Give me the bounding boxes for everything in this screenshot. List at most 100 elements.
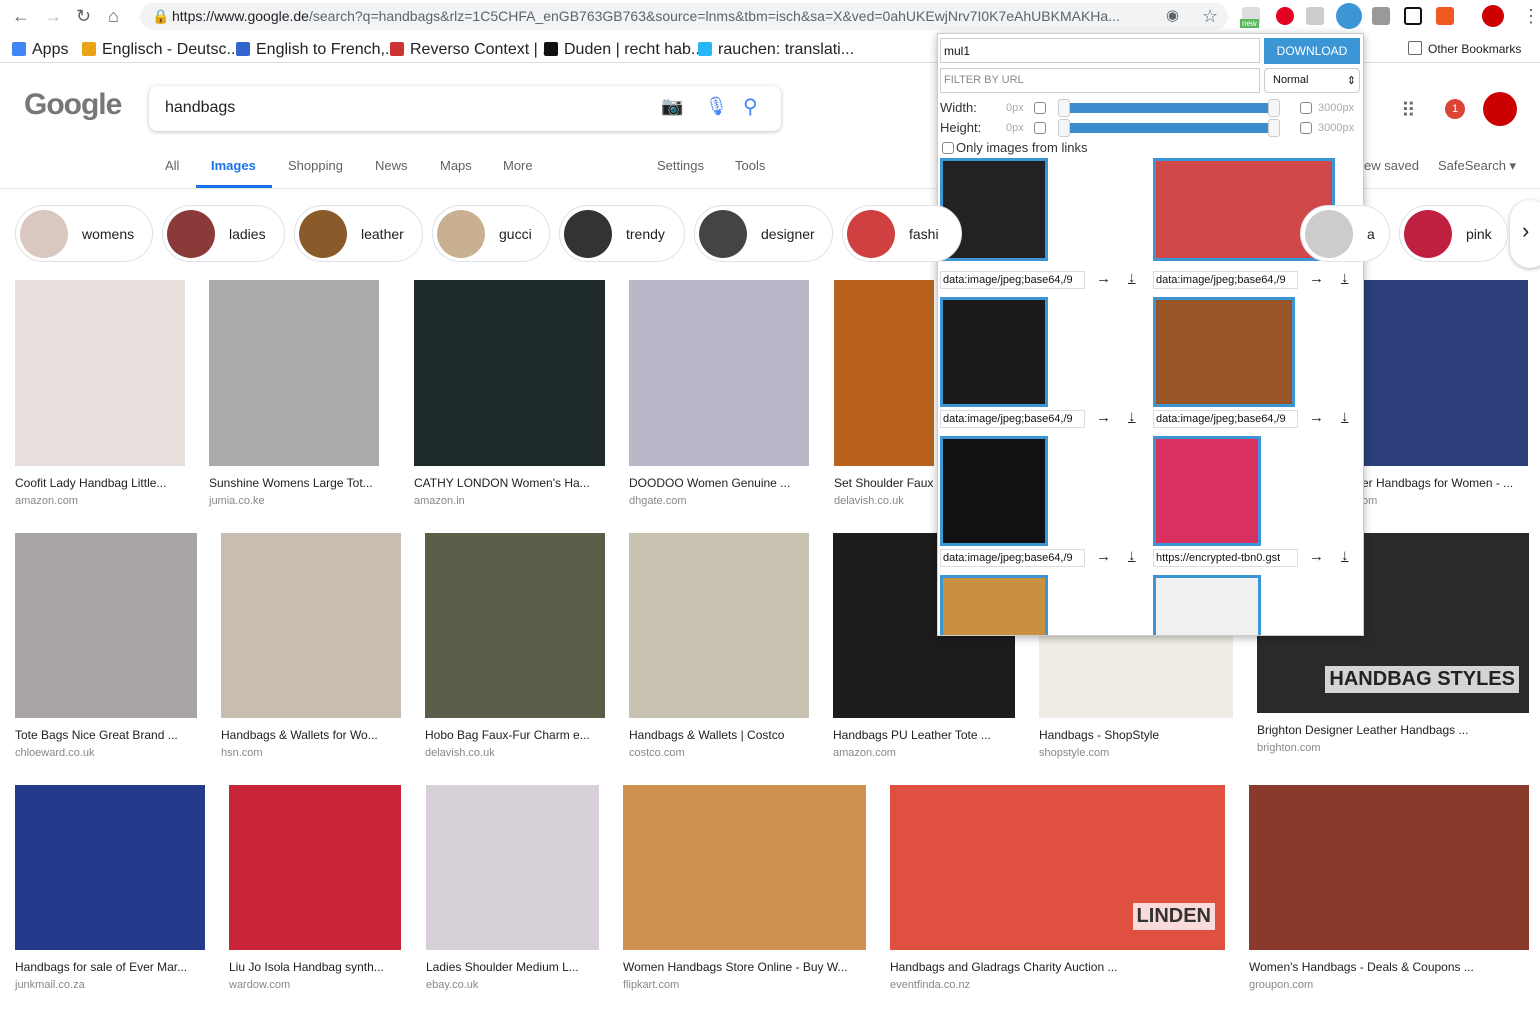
open-image-icon[interactable]: → bbox=[1096, 409, 1111, 426]
camera-icon[interactable]: 📷 bbox=[661, 96, 683, 117]
image-result[interactable]: Handbags for sale of Ever Mar... junkmail… bbox=[15, 785, 205, 991]
result-image[interactable] bbox=[414, 280, 605, 466]
popup-image-url[interactable]: data:image/jpeg;base64,/9 bbox=[1153, 410, 1298, 428]
bookmark-item[interactable]: Duden | recht hab... bbox=[544, 41, 704, 59]
image-result[interactable]: Ladies Shoulder Medium L... ebay.co.uk bbox=[426, 785, 599, 991]
search-icon[interactable]: ⚲ bbox=[743, 94, 758, 119]
related-search-chip[interactable]: leather bbox=[294, 205, 423, 262]
image-result[interactable]: er Handbags for Women - ... om bbox=[1362, 280, 1528, 507]
apps-grid-icon[interactable]: ⠿ bbox=[1401, 98, 1416, 123]
result-image[interactable] bbox=[209, 280, 379, 466]
width-min-checkbox[interactable] bbox=[1034, 102, 1046, 114]
download-image-icon[interactable]: ↓ bbox=[1341, 408, 1349, 425]
image-result[interactable]: Handbags & Wallets for Wo... hsn.com bbox=[221, 533, 401, 759]
result-caption[interactable]: DOODOO Women Genuine ... bbox=[629, 476, 809, 490]
image-result[interactable]: Tote Bags Nice Great Brand ... chloeward.… bbox=[15, 533, 197, 759]
google-logo[interactable]: Google bbox=[24, 88, 122, 122]
open-image-icon[interactable]: → bbox=[1096, 270, 1111, 287]
image-result[interactable]: Set Shoulder Faux delavish.co.uk bbox=[834, 280, 934, 507]
result-caption[interactable]: Coofit Lady Handbag Little... bbox=[15, 476, 185, 490]
related-search-chip[interactable]: womens bbox=[15, 205, 153, 262]
popup-image[interactable] bbox=[940, 297, 1048, 407]
open-image-icon[interactable]: → bbox=[1309, 270, 1324, 287]
download-button[interactable]: DOWNLOAD bbox=[1264, 38, 1360, 64]
result-caption[interactable]: Hobo Bag Faux-Fur Charm e... bbox=[425, 728, 605, 742]
image-result[interactable]: Handbags & Wallets | Costco costco.com bbox=[629, 533, 809, 759]
bookmark-item[interactable]: Apps bbox=[12, 41, 68, 59]
result-caption[interactable]: Handbags & Wallets | Costco bbox=[629, 728, 809, 742]
result-source[interactable]: shopstyle.com bbox=[1039, 747, 1233, 759]
view-saved-link[interactable]: ew saved bbox=[1364, 158, 1419, 173]
result-image[interactable] bbox=[629, 533, 809, 718]
extension-icon[interactable] bbox=[1372, 7, 1390, 25]
result-caption[interactable]: Tote Bags Nice Great Brand ... bbox=[15, 728, 197, 742]
window-icon[interactable] bbox=[1404, 7, 1422, 25]
account-avatar[interactable] bbox=[1483, 92, 1517, 126]
result-source[interactable]: ebay.co.uk bbox=[426, 979, 599, 991]
result-caption[interactable]: Handbags & Wallets for Wo... bbox=[221, 728, 401, 742]
tab-news[interactable]: News bbox=[375, 158, 408, 173]
result-image[interactable]: LINDEN bbox=[890, 785, 1225, 950]
location-icon[interactable]: ◉ bbox=[1166, 6, 1179, 24]
result-source[interactable]: chloeward.co.uk bbox=[15, 747, 197, 759]
menu-icon[interactable]: ⋮ bbox=[1522, 6, 1540, 27]
result-image[interactable] bbox=[1249, 785, 1529, 950]
other-bookmarks[interactable]: Other Bookmarks bbox=[1408, 41, 1521, 56]
result-caption[interactable]: Handbags PU Leather Tote ... bbox=[833, 728, 1015, 742]
result-source[interactable]: groupon.com bbox=[1249, 979, 1529, 991]
filter-url-input[interactable]: FILTER BY URL bbox=[940, 68, 1260, 93]
related-search-chip[interactable]: designer bbox=[694, 205, 833, 262]
result-caption[interactable]: er Handbags for Women - ... bbox=[1362, 476, 1528, 490]
result-caption[interactable]: CATHY LONDON Women's Ha... bbox=[414, 476, 605, 490]
result-image[interactable] bbox=[15, 280, 185, 466]
forward-icon[interactable]: → bbox=[44, 6, 62, 27]
slider-min-handle[interactable] bbox=[1058, 119, 1070, 137]
height-max-checkbox[interactable] bbox=[1300, 122, 1312, 134]
notifications-badge[interactable]: 1 bbox=[1445, 99, 1465, 119]
bookmark-item[interactable]: English to French,... bbox=[236, 41, 398, 59]
image-result[interactable]: Coofit Lady Handbag Little... amazon.com bbox=[15, 280, 185, 507]
result-caption[interactable]: Sunshine Womens Large Tot... bbox=[209, 476, 379, 490]
download-image-icon[interactable]: ↓ bbox=[1341, 269, 1349, 286]
related-search-chip[interactable]: a bbox=[1300, 205, 1390, 262]
result-source[interactable]: amazon.com bbox=[15, 495, 185, 507]
result-image[interactable] bbox=[834, 280, 934, 466]
image-result[interactable]: Women's Handbags - Deals & Coupons ... gr… bbox=[1249, 785, 1529, 991]
result-image[interactable] bbox=[629, 280, 809, 466]
tab-more[interactable]: More bbox=[503, 158, 533, 173]
address-bar[interactable]: 🔒 https://www.google.de/search?q=handbags… bbox=[140, 3, 1228, 30]
result-image[interactable] bbox=[426, 785, 599, 950]
image-result[interactable]: Hobo Bag Faux-Fur Charm e... delavish.co.… bbox=[425, 533, 605, 759]
result-source[interactable]: jumia.co.ke bbox=[209, 495, 379, 507]
result-source[interactable]: eventfinda.co.nz bbox=[890, 979, 1225, 991]
settings-link[interactable]: Settings bbox=[657, 158, 704, 173]
pinterest-icon[interactable] bbox=[1276, 7, 1294, 25]
open-image-icon[interactable]: → bbox=[1309, 409, 1324, 426]
result-caption[interactable]: Set Shoulder Faux bbox=[834, 476, 934, 490]
related-search-chip[interactable]: gucci bbox=[432, 205, 550, 262]
result-source[interactable]: brighton.com bbox=[1257, 742, 1529, 754]
image-result[interactable]: Women Handbags Store Online - Buy W... fl… bbox=[623, 785, 866, 991]
result-caption[interactable]: Handbags and Gladrags Charity Auction ..… bbox=[890, 960, 1225, 974]
image-downloader-icon[interactable] bbox=[1336, 3, 1362, 29]
result-source[interactable]: delavish.co.uk bbox=[425, 747, 605, 759]
result-caption[interactable]: Handbags for sale of Ever Mar... bbox=[15, 960, 205, 974]
tab-maps[interactable]: Maps bbox=[440, 158, 472, 173]
image-result[interactable]: Liu Jo Isola Handbag synth... wardow.com bbox=[229, 785, 401, 991]
popup-image[interactable] bbox=[940, 436, 1048, 546]
popup-image-url[interactable]: data:image/jpeg;base64,/9 bbox=[1153, 271, 1298, 289]
slider-max-handle[interactable] bbox=[1268, 119, 1280, 137]
bookmark-item[interactable]: Reverso Context | ... bbox=[390, 41, 556, 59]
reload-icon[interactable]: ↻ bbox=[76, 6, 91, 27]
microphone-icon[interactable]: 🎙 bbox=[705, 96, 728, 117]
safesearch-menu[interactable]: SafeSearch ▾ bbox=[1438, 158, 1516, 174]
image-result[interactable]: DOODOO Women Genuine ... dhgate.com bbox=[629, 280, 809, 507]
back-icon[interactable]: ← bbox=[12, 6, 30, 27]
result-caption[interactable]: Brighton Designer Leather Handbags ... bbox=[1257, 723, 1529, 737]
slider-min-handle[interactable] bbox=[1058, 99, 1070, 117]
result-source[interactable]: wardow.com bbox=[229, 979, 401, 991]
image-result[interactable]: LINDEN Handbags and Gladrags Charity Auct… bbox=[890, 785, 1225, 991]
recycle-icon[interactable] bbox=[1306, 7, 1324, 25]
related-search-chip[interactable]: fashi bbox=[842, 205, 962, 262]
height-min-checkbox[interactable] bbox=[1034, 122, 1046, 134]
